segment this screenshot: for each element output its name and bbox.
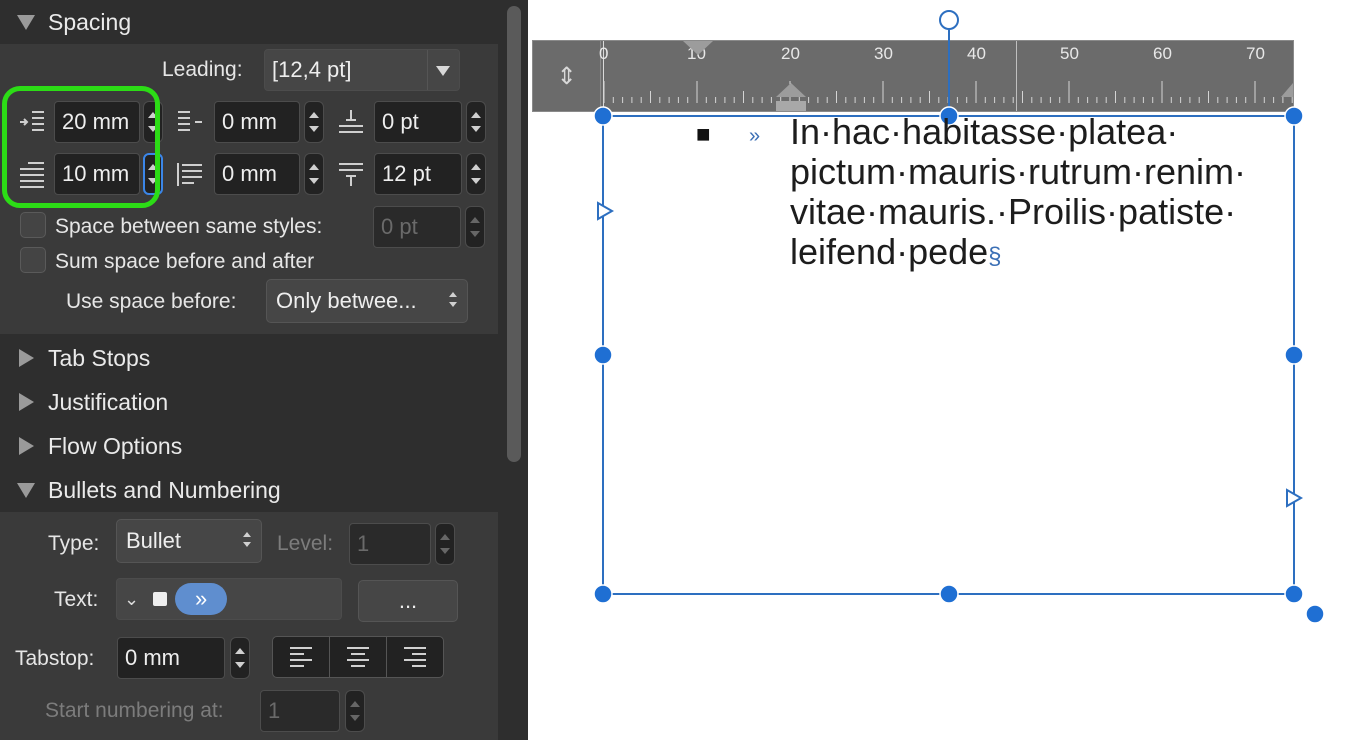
tab-stops-section-header[interactable]: Tab Stops — [0, 336, 498, 380]
left-indent-stepper[interactable] — [143, 101, 163, 143]
bullet-square-icon — [153, 592, 168, 606]
use-space-value: Only betwee... — [276, 288, 417, 313]
document-canvas[interactable]: ⇕ 0 10 20 30 40 50 60 70 ■ » In·hac·habi… — [528, 0, 1348, 740]
updown-arrows-icon — [243, 532, 251, 547]
leading-value: [12,4 pt] — [272, 57, 352, 82]
first-line-indent-value: 10 mm — [62, 161, 130, 186]
align-center-icon — [347, 647, 369, 667]
use-space-select[interactable]: Only betwee... — [266, 279, 468, 323]
space-after-stepper[interactable] — [466, 101, 486, 143]
spacing-section-header[interactable]: Spacing — [0, 0, 498, 44]
same-styles-label: Space between same styles: — [55, 215, 323, 238]
tab-chip[interactable]: » — [175, 583, 228, 615]
pilcrow-icon: § — [988, 243, 1002, 270]
tab-marker-icon: » — [749, 125, 761, 147]
leading-dropdown[interactable]: [12,4 pt] — [264, 49, 460, 91]
bullet-square-icon: ■ — [696, 121, 711, 148]
same-styles-field[interactable]: 0 pt — [373, 206, 461, 248]
chevron-down-icon[interactable]: ⌄ — [124, 589, 139, 610]
same-styles-stepper[interactable] — [465, 206, 485, 248]
tabstop-field[interactable]: 0 mm — [117, 637, 225, 679]
text-line: leifend·pede§ — [790, 232, 1290, 277]
space-before-value: 12 pt — [382, 161, 431, 186]
start-numbering-value: 1 — [268, 698, 281, 723]
level-value: 1 — [357, 531, 370, 556]
space-before-icon — [339, 163, 363, 186]
first-line-indent-icon — [20, 162, 44, 188]
left-indent-value: 20 mm — [62, 109, 130, 134]
disclosure-collapsed-icon — [0, 380, 48, 424]
paragraph-panel: Spacing Leading: [12,4 pt] 20 mm 0 mm 0 … — [0, 0, 528, 740]
last-line-indent-field[interactable]: 0 mm — [214, 153, 300, 195]
tab-alignment-segmented — [272, 636, 444, 678]
text-line: vitae·mauris.·Proilis·patiste· — [790, 191, 1237, 232]
flow-options-title: Flow Options — [48, 432, 183, 459]
tab-stops-title: Tab Stops — [48, 344, 151, 371]
align-right-button[interactable] — [387, 637, 443, 677]
more-options-label: ... — [398, 588, 418, 613]
right-indent-icon — [178, 111, 202, 131]
spacing-section-title: Spacing — [48, 8, 132, 35]
align-left-icon — [290, 647, 312, 667]
space-after-field[interactable]: 0 pt — [374, 101, 462, 143]
use-space-label: Use space before: — [66, 290, 237, 313]
updown-arrows-icon — [449, 292, 457, 307]
level-field[interactable]: 1 — [349, 523, 431, 565]
disclosure-expanded-icon — [0, 0, 48, 44]
text-label: Text: — [54, 588, 99, 611]
same-styles-value: 0 pt — [381, 214, 418, 239]
space-after-value: 0 pt — [382, 109, 419, 134]
more-options-button[interactable]: ... — [358, 580, 458, 622]
type-select[interactable]: Bullet — [116, 519, 262, 563]
sum-space-label: Sum space before and after — [55, 250, 315, 273]
disclosure-collapsed-icon — [0, 336, 48, 380]
type-value: Bullet — [126, 528, 182, 553]
tabstop-stepper[interactable] — [230, 637, 250, 679]
last-line-indent-value: 0 mm — [222, 161, 277, 186]
start-numbering-field[interactable]: 1 — [260, 690, 340, 732]
right-indent-value: 0 mm — [222, 109, 277, 134]
left-indent-icon — [20, 111, 44, 131]
last-line-indent-stepper[interactable] — [304, 153, 324, 195]
sum-space-checkbox[interactable] — [20, 247, 46, 273]
align-center-button[interactable] — [330, 637, 387, 677]
chevron-down-icon — [436, 66, 450, 76]
justification-section-header[interactable]: Justification — [0, 380, 498, 424]
disclosure-expanded-icon — [0, 468, 48, 512]
last-line-indent-icon — [177, 163, 202, 186]
leading-label: Leading: — [162, 58, 243, 81]
type-label: Type: — [48, 532, 100, 555]
space-before-stepper[interactable] — [466, 153, 486, 195]
space-before-field[interactable]: 12 pt — [374, 153, 462, 195]
flow-options-section-header[interactable]: Flow Options — [0, 424, 498, 468]
bullets-section-header[interactable]: Bullets and Numbering — [0, 468, 498, 512]
align-right-icon — [404, 647, 426, 667]
align-left-button[interactable] — [273, 637, 330, 677]
paragraph-text[interactable]: In·hac·habitasse·platea· pictum·mauris·r… — [790, 112, 1290, 277]
start-numbering-label: Start numbering at: — [45, 699, 224, 722]
tabstop-label: Tabstop: — [15, 647, 95, 670]
text-line: pictum·mauris·rutrum·renim· — [790, 151, 1247, 192]
same-styles-checkbox[interactable] — [20, 212, 46, 238]
bullet-text-field[interactable]: ⌄ » — [116, 578, 342, 620]
panel-scrollbar[interactable] — [507, 6, 521, 462]
text-line-content: leifend·pede — [790, 231, 989, 272]
left-indent-field[interactable]: 20 mm — [54, 101, 140, 143]
text-line: In·hac·habitasse·platea· — [790, 111, 1179, 152]
tabstop-value: 0 mm — [125, 645, 180, 670]
level-label: Level: — [277, 532, 334, 555]
right-indent-stepper[interactable] — [304, 101, 324, 143]
right-indent-field[interactable]: 0 mm — [214, 101, 300, 143]
disclosure-collapsed-icon — [0, 424, 48, 468]
first-line-indent-stepper[interactable] — [143, 153, 163, 195]
justification-title: Justification — [48, 388, 169, 415]
space-after-icon — [339, 110, 363, 133]
first-line-indent-field[interactable]: 10 mm — [54, 153, 140, 195]
level-stepper[interactable] — [435, 523, 455, 565]
start-numbering-stepper[interactable] — [345, 690, 365, 732]
bullets-title: Bullets and Numbering — [48, 476, 281, 503]
